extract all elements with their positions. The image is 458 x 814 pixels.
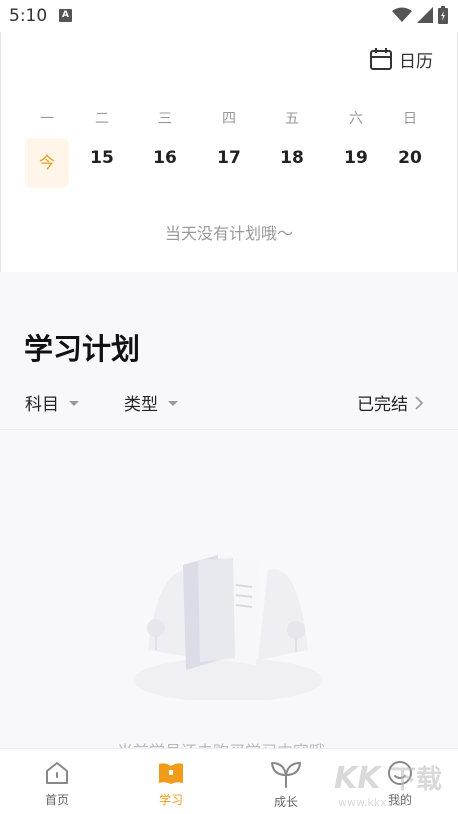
weekday-label: 一 [40,111,54,127]
date-cell[interactable]: 17 [207,138,251,188]
filter-divider [0,429,458,430]
day-empty-text: 当天没有计划哦～ [164,224,293,243]
nav-item-growth[interactable]: 成长 [246,759,326,810]
empty-book-illustration [133,555,323,700]
weekday-label: 四 [222,111,236,127]
completed-link[interactable]: 已完结 [357,390,424,415]
caret-down-icon [168,401,178,406]
signal-icon [417,7,433,23]
weekday-row: 一 二 三 四 五 六 日 [0,108,458,128]
notification-a-icon: A [59,9,72,22]
calendar-icon [370,48,392,70]
status-bar: 5:10 A [0,0,458,32]
weekday-label: 日 [403,111,417,127]
status-time: 5:10 [9,6,48,26]
calendar-button[interactable]: 日历 [369,45,433,73]
nav-item-study[interactable]: 学习 [131,759,211,808]
svg-text:www.kkx.net: www.kkx.net [338,796,409,809]
sprout-icon [271,762,301,788]
nav-label: 学习 [158,793,183,807]
date-cell[interactable]: 19 [334,138,378,188]
subject-filter[interactable]: 科目 [25,390,79,415]
date-cell[interactable]: 18 [270,138,314,188]
home-icon [46,762,68,784]
date-cell[interactable]: 16 [143,138,187,188]
weekday-label: 三 [158,111,172,127]
status-icons [392,6,448,24]
study-plan-title: 学习计划 [24,332,141,366]
filter-row: 科目 类型 已完结 [0,390,458,418]
weekday-label: 六 [349,111,363,127]
study-book-icon [159,763,183,784]
wifi-icon [392,7,412,22]
battery-icon [438,6,448,24]
date-cell[interactable]: 15 [80,138,124,188]
completed-label: 已完结 [357,395,408,415]
subject-filter-label: 科目 [25,395,59,415]
calendar-label: 日历 [399,51,433,72]
nav-item-home[interactable]: 首页 [17,759,97,808]
caret-down-icon [69,401,79,406]
date-row: 今 15 16 17 18 19 20 [0,138,458,188]
nav-label: 成长 [273,795,298,809]
date-today[interactable]: 今 [25,138,69,188]
date-cell[interactable]: 20 [388,138,432,188]
svg-text:KK: KK [334,761,383,796]
nav-label: 首页 [44,793,69,807]
chevron-right-icon [415,395,424,410]
type-filter[interactable]: 类型 [124,390,178,415]
weekday-label: 五 [285,111,299,127]
svg-text:下载: 下载 [390,765,442,795]
watermark-logo: KK 下载 www.kkx.net [334,761,442,809]
weekday-label: 二 [95,111,109,127]
type-filter-label: 类型 [124,395,158,415]
